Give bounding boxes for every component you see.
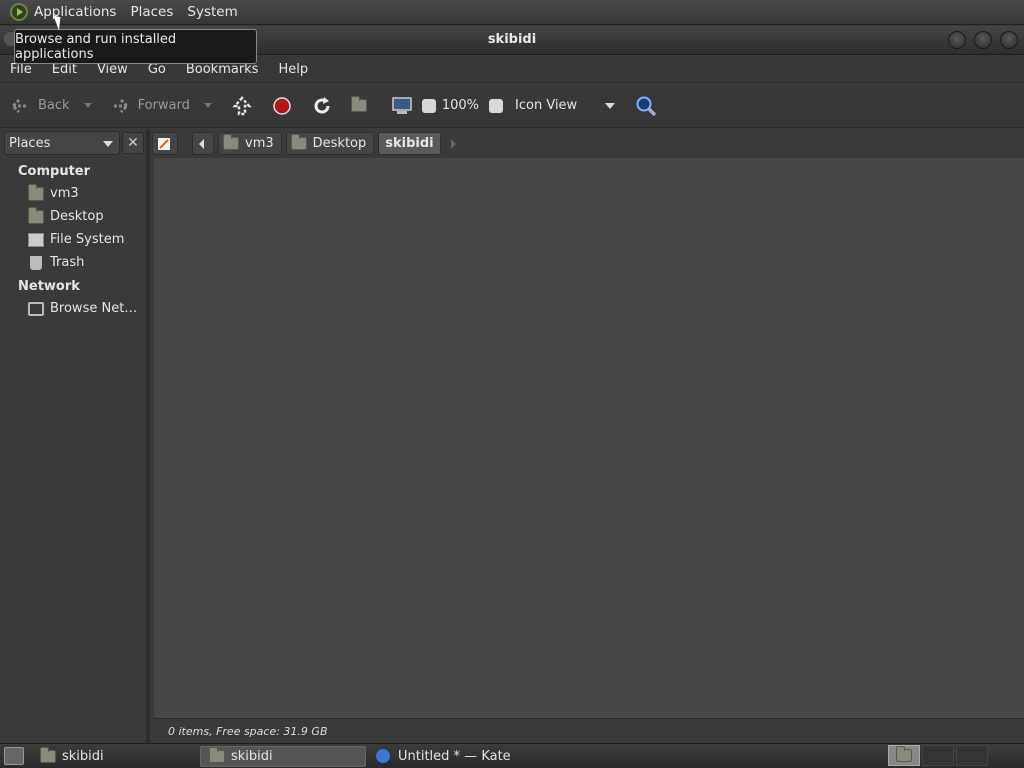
- workspace-3[interactable]: [956, 744, 988, 766]
- back-history-dropdown[interactable]: [83, 103, 92, 108]
- sidebar-item-label: Browse Net…: [50, 301, 138, 316]
- sidebar-item-desktop[interactable]: Desktop: [28, 206, 104, 224]
- status-bar: 0 items, Free space: 31.9 GB: [154, 718, 1024, 743]
- sidebar-item-browse-network[interactable]: Browse Net…: [28, 301, 137, 316]
- breadcrumb-label: Desktop: [312, 136, 367, 151]
- kate-icon: [376, 749, 390, 763]
- top-menu-places[interactable]: Places: [130, 4, 173, 20]
- chevron-left-icon: [199, 138, 204, 149]
- drive-icon: [28, 232, 44, 247]
- folder-icon: [209, 746, 225, 763]
- task-skibidi-2[interactable]: skibidi: [200, 745, 366, 767]
- back-arrow-icon: [10, 96, 30, 116]
- home-folder-icon[interactable]: [350, 95, 373, 117]
- breadcrumb-vm3[interactable]: vm3: [218, 132, 282, 155]
- close-button[interactable]: [1000, 31, 1018, 49]
- forward-button[interactable]: Forward: [110, 96, 190, 116]
- zoom-out-icon[interactable]: [421, 98, 436, 113]
- forward-label: Forward: [137, 98, 190, 113]
- breadcrumb-label: vm3: [245, 136, 274, 151]
- chevron-down-icon: [103, 141, 113, 147]
- tooltip-text: Browse and run installed applications: [15, 31, 177, 62]
- zoom-in-icon[interactable]: [489, 98, 504, 113]
- home-folder-icon: [28, 183, 44, 201]
- applications-menu-icon[interactable]: [10, 3, 28, 21]
- forward-history-dropdown[interactable]: [203, 103, 212, 108]
- up-icon[interactable]: [231, 95, 253, 117]
- task-skibidi-1[interactable]: skibidi: [32, 746, 198, 767]
- minimize-button[interactable]: [948, 31, 966, 49]
- top-panel: Applications Places System: [0, 0, 1024, 25]
- sidebar-item-label: vm3: [50, 186, 79, 201]
- maximize-button[interactable]: [974, 31, 992, 49]
- sidebar-item-trash[interactable]: Trash: [28, 255, 84, 270]
- task-label: skibidi: [62, 748, 104, 764]
- path-bar: vm3 Desktop skibidi: [152, 130, 1024, 157]
- desktop-folder-icon: [290, 134, 307, 150]
- show-desktop-icon[interactable]: [4, 747, 24, 765]
- sidebar-item-label: Desktop: [50, 209, 104, 224]
- file-view[interactable]: [154, 158, 1024, 718]
- view-mode-dropdown-icon[interactable]: [605, 102, 616, 109]
- sidebar-section-network: Network: [18, 279, 80, 294]
- computer-icon[interactable]: [391, 95, 413, 117]
- home-folder-icon: [223, 134, 239, 150]
- tooltip: Browse and run installed applications: [14, 29, 257, 64]
- back-button[interactable]: Back: [10, 96, 70, 116]
- breadcrumb-desktop[interactable]: Desktop: [285, 132, 375, 155]
- view-mode-select[interactable]: Icon View: [515, 98, 577, 113]
- path-scroll-right-icon[interactable]: [450, 138, 456, 149]
- edit-location-button[interactable]: [152, 132, 178, 155]
- sidebar-item-file-system[interactable]: File System: [28, 232, 124, 247]
- sidebar-selector[interactable]: Places: [4, 131, 120, 155]
- sidebar-selector-label: Places: [9, 135, 51, 151]
- path-scroll-left-button[interactable]: [192, 132, 214, 155]
- menu-help[interactable]: Help: [278, 62, 308, 77]
- sidebar-item-label: File System: [50, 232, 125, 247]
- edit-icon: [158, 137, 170, 150]
- top-menu-applications[interactable]: Applications: [34, 4, 116, 20]
- workspace-1[interactable]: [888, 744, 920, 766]
- folder-icon: [40, 746, 56, 763]
- breadcrumb-skibidi[interactable]: skibidi: [378, 132, 441, 155]
- status-text: 0 items, Free space: 31.9 GB: [168, 724, 328, 738]
- task-label: skibidi: [231, 748, 273, 764]
- bottom-taskbar: skibidi skibidi Untitled * — Kate: [0, 743, 1024, 768]
- trash-icon: [30, 255, 42, 270]
- reload-icon[interactable]: [311, 95, 333, 117]
- workspace-switcher[interactable]: [888, 744, 1018, 768]
- back-label: Back: [38, 98, 70, 113]
- sidebar-close-button[interactable]: ✕: [122, 132, 144, 154]
- task-kate[interactable]: Untitled * — Kate: [368, 746, 534, 767]
- sidebar-item-label: Trash: [50, 255, 85, 270]
- sidebar: Places ✕ Computer vm3 Desktop File Syste…: [0, 129, 150, 743]
- stop-icon[interactable]: [271, 95, 293, 117]
- desktop-folder-icon: [28, 206, 44, 224]
- search-icon[interactable]: [635, 95, 657, 117]
- breadcrumb-label: skibidi: [385, 136, 434, 151]
- zoom-level[interactable]: 100%: [442, 98, 479, 113]
- network-icon: [28, 301, 44, 316]
- top-menu-system[interactable]: System: [187, 4, 237, 20]
- forward-arrow-icon: [110, 96, 130, 116]
- sidebar-item-vm3[interactable]: vm3: [28, 183, 79, 201]
- sidebar-section-computer: Computer: [18, 164, 91, 179]
- task-label: Untitled * — Kate: [398, 748, 511, 764]
- toolbar: Back Forward 100% Icon View: [0, 84, 1024, 128]
- workspace-2[interactable]: [922, 744, 954, 766]
